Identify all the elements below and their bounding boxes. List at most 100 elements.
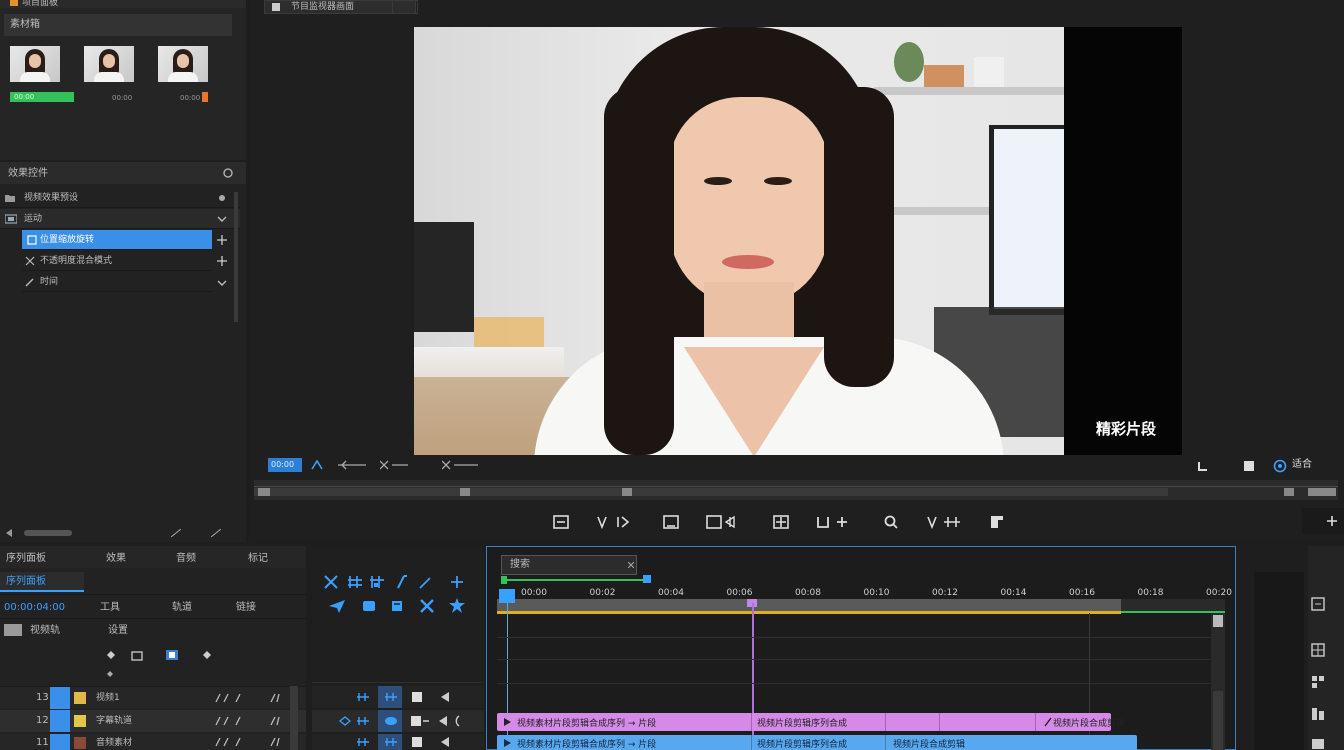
export-icon[interactable] (986, 512, 1008, 532)
safe-margins-icon[interactable] (1242, 459, 1256, 473)
tab-markers[interactable]: 标记 (248, 553, 268, 565)
effects-item-presets[interactable]: 视频效果预设 (0, 188, 240, 208)
insert-icon[interactable] (814, 512, 858, 532)
track-toggle[interactable] (50, 710, 70, 732)
bottom-tool-icon[interactable] (170, 528, 182, 538)
slip-tool-icon[interactable] (448, 574, 466, 590)
scrubber-end-marker[interactable] (1284, 488, 1294, 496)
track-select-tool-icon[interactable] (346, 574, 364, 590)
fit-label[interactable]: 适合 (1292, 459, 1312, 471)
work-area-bar[interactable] (497, 611, 1121, 614)
close-icon[interactable] (626, 560, 636, 570)
audio-clip[interactable]: 视频素材片段剪辑合成序列 → 片段 视频片段剪辑序列合成 视频片段合成剪辑 (497, 735, 1137, 750)
audio-wave-icon[interactable] (214, 692, 254, 704)
play-stop-icon[interactable] (704, 512, 748, 532)
chevron-down-icon[interactable] (216, 213, 228, 225)
rolling-edit-tool-icon[interactable] (392, 574, 410, 590)
effects-item-motion[interactable]: 运动 (0, 209, 240, 229)
link-icon[interactable] (130, 650, 144, 662)
tab-sequence-label[interactable]: 序列面板 (6, 553, 46, 565)
track-options-icon[interactable] (268, 692, 282, 704)
square-icon[interactable] (410, 736, 424, 748)
sequence-timecode[interactable]: 00:00:04:00 (4, 602, 65, 614)
bin-header[interactable]: 素材箱 (4, 14, 232, 36)
tab-effects[interactable]: 效果 (106, 553, 126, 565)
media-thumb-3[interactable] (158, 46, 208, 82)
track-row[interactable]: 11 音频素材 (0, 734, 306, 750)
effects-item-time[interactable]: 时间 (22, 272, 212, 292)
ruler-start-marker[interactable] (499, 589, 515, 603)
track-row[interactable]: 13 视频1 (0, 686, 306, 709)
keyframe-diamond-icon[interactable] (106, 650, 116, 660)
square-icon[interactable] (410, 691, 424, 703)
type-tool-icon[interactable] (388, 598, 406, 614)
razor-tool-icon[interactable] (416, 574, 434, 590)
active-tab[interactable]: 序列面板 (0, 572, 84, 592)
magnify-icon[interactable] (880, 512, 902, 532)
back-arrow-icon[interactable] (438, 715, 462, 727)
sync-lock-icon[interactable] (356, 736, 370, 748)
panel-frame-icon[interactable] (1310, 596, 1326, 612)
export-frame-icon[interactable] (1196, 459, 1210, 473)
timeline-search-field[interactable]: 搜索 (501, 555, 637, 575)
columns-icon[interactable] (1310, 706, 1326, 722)
eye-icon[interactable] (338, 715, 352, 727)
selection-tool-icon[interactable] (322, 574, 340, 590)
snap-icon[interactable] (164, 648, 180, 662)
go-to-in-icon[interactable] (660, 512, 682, 532)
track-toggle[interactable] (50, 734, 70, 750)
add-keyframe-icon[interactable] (216, 234, 228, 246)
back-arrow-icon[interactable] (438, 736, 452, 748)
effects-item-opacity[interactable]: 不透明度混合模式 (22, 251, 212, 271)
zoom-end-handle[interactable] (643, 575, 651, 583)
add-icon[interactable] (216, 255, 228, 267)
hand-tool-icon[interactable] (360, 598, 378, 614)
layout-icon[interactable] (1310, 642, 1326, 658)
sync-lock-icon[interactable] (356, 715, 370, 727)
tab-audio[interactable]: 音频 (176, 553, 196, 565)
go-to-out-icon[interactable] (770, 512, 792, 532)
video-clip[interactable]: 视频素材片段剪辑合成序列 → 片段 视频片段剪辑序列合成 视频片段合成剪辑 (497, 713, 1125, 731)
panel-menu-icon[interactable] (222, 167, 234, 179)
sync-lock-icon[interactable] (356, 691, 370, 703)
mute-icon[interactable] (410, 715, 430, 727)
track-options-icon[interactable] (268, 736, 282, 748)
zoom-fit-icon[interactable] (1272, 458, 1288, 474)
ripple-icon[interactable] (378, 458, 410, 472)
step-back-icon[interactable] (550, 512, 572, 532)
sequence-scrollbar[interactable] (290, 686, 298, 750)
trim-icon[interactable] (336, 458, 368, 472)
media-thumb-1[interactable] (10, 46, 60, 82)
effects-scrollbar[interactable] (234, 192, 238, 322)
mark-in-out-icon[interactable] (594, 512, 638, 532)
scroll-left-icon[interactable] (4, 528, 14, 538)
timecode-display[interactable]: 00:00 (268, 458, 302, 472)
audio-wave-icon[interactable] (214, 736, 254, 748)
scrubber-start-marker[interactable] (258, 488, 270, 496)
zoom-tool-icon[interactable] (418, 598, 436, 614)
back-arrow-icon[interactable] (438, 691, 452, 703)
zoom-range-bar[interactable] (503, 579, 645, 581)
bottom-tool-icon-2[interactable] (210, 528, 222, 538)
effects-item-transform[interactable]: 位置缩放旋转 (22, 230, 212, 250)
cube-icon[interactable] (1310, 736, 1326, 750)
viewer-scrubber[interactable] (254, 480, 1338, 500)
zoom-start-handle[interactable] (501, 576, 507, 584)
track-row[interactable]: 12 字幕轨道 (0, 710, 306, 732)
audio-wave-icon[interactable] (214, 715, 254, 727)
pen-tool-icon[interactable] (328, 598, 346, 614)
track-toggle[interactable] (50, 687, 70, 709)
chevron-down-icon[interactable] (216, 277, 228, 289)
mark-in-icon[interactable] (308, 458, 326, 472)
star-tool-icon[interactable] (448, 598, 466, 614)
grid-icon[interactable] (1310, 674, 1326, 690)
marker-diamond-icon[interactable] (202, 650, 212, 660)
track-options-icon[interactable] (268, 715, 282, 727)
add-button[interactable] (1302, 508, 1344, 534)
effects-bottom-scrollbar[interactable] (24, 530, 72, 536)
ripple-edit-tool-icon[interactable] (368, 574, 386, 590)
timeline-vscroll[interactable] (1211, 613, 1225, 750)
lift-extract-icon[interactable] (924, 512, 968, 532)
media-thumb-2[interactable] (84, 46, 134, 82)
viewer-tab-extra[interactable] (392, 0, 418, 14)
